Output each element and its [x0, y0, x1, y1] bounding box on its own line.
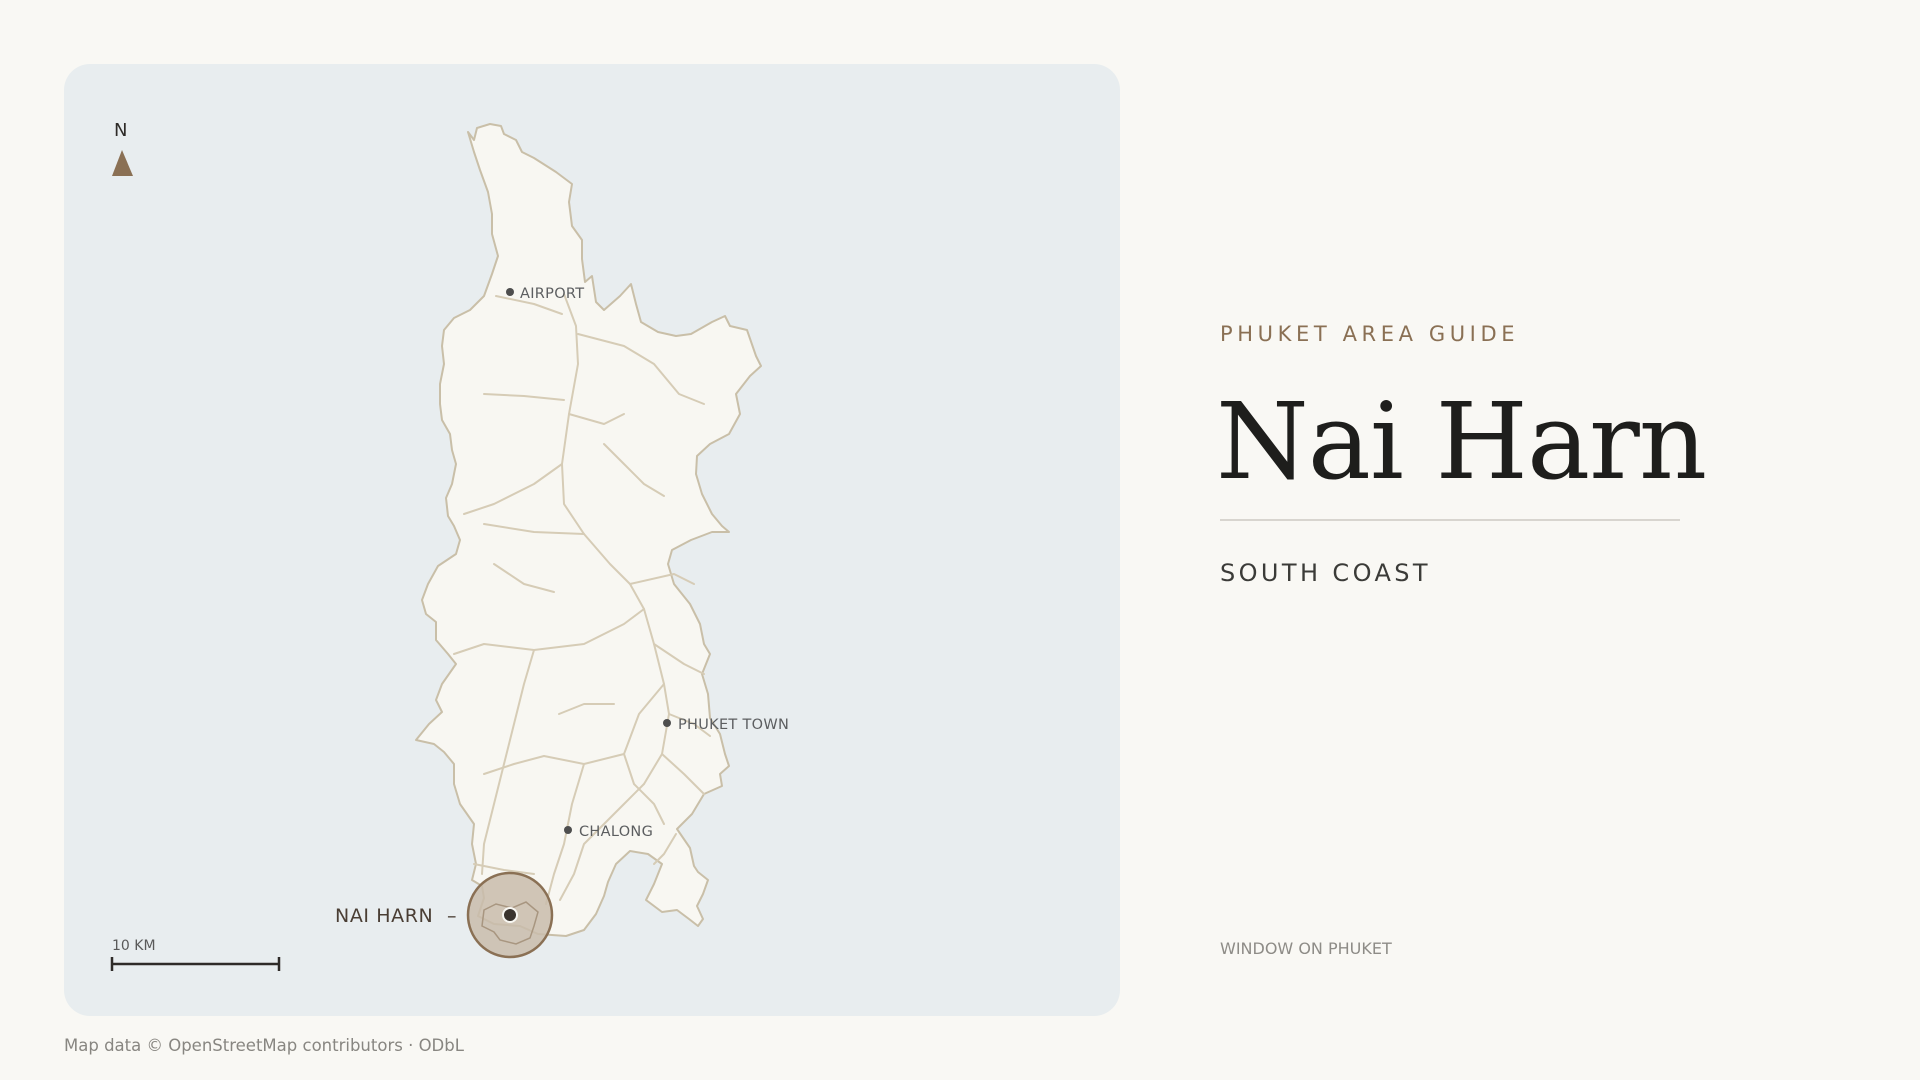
place-marker-phuket-town[interactable]: PHUKET TOWN	[663, 717, 789, 733]
featured-label-connector: –	[447, 905, 457, 927]
nai-harn-dot	[502, 907, 518, 923]
airport-dot	[506, 288, 514, 296]
featured-label-nai-harn: NAI HARN	[335, 905, 433, 927]
eyebrow-label: PHUKET AREA GUIDE	[1220, 322, 1520, 346]
place-label-chalong: CHALONG	[579, 824, 653, 840]
place-label-phuket-town: PHUKET TOWN	[678, 717, 789, 733]
page-title: Nai Harn	[1216, 380, 1707, 503]
north-label: N	[114, 120, 127, 141]
scale-line	[110, 957, 281, 971]
title-divider	[1220, 519, 1680, 521]
brand-name: WINDOW ON PHUKET	[1220, 939, 1392, 958]
subtitle: SOUTH COAST	[1220, 559, 1431, 587]
place-label-airport: AIRPORT	[520, 286, 584, 302]
info-panel: PHUKET AREA GUIDE Nai Harn SOUTH COAST W…	[1216, 0, 1860, 1080]
island-landmass	[415, 123, 762, 937]
page: AIRPORT PHUKET TOWN CHALONG NAI HARN – N	[0, 0, 1920, 1080]
chalong-dot	[564, 826, 572, 834]
scale-bar: 10 KM	[110, 938, 281, 971]
map-attribution: Map data © OpenStreetMap contributors · …	[64, 1036, 464, 1055]
featured-area-nai-harn[interactable]: NAI HARN –	[335, 871, 554, 959]
north-arrow: N	[112, 120, 133, 176]
map-panel[interactable]: AIRPORT PHUKET TOWN CHALONG NAI HARN – N	[64, 64, 1120, 1016]
map-canvas[interactable]: AIRPORT PHUKET TOWN CHALONG NAI HARN – N	[64, 64, 1120, 1016]
north-arrow-icon	[112, 150, 133, 176]
scale-label: 10 KM	[112, 938, 156, 954]
phuket-town-dot	[663, 719, 671, 727]
